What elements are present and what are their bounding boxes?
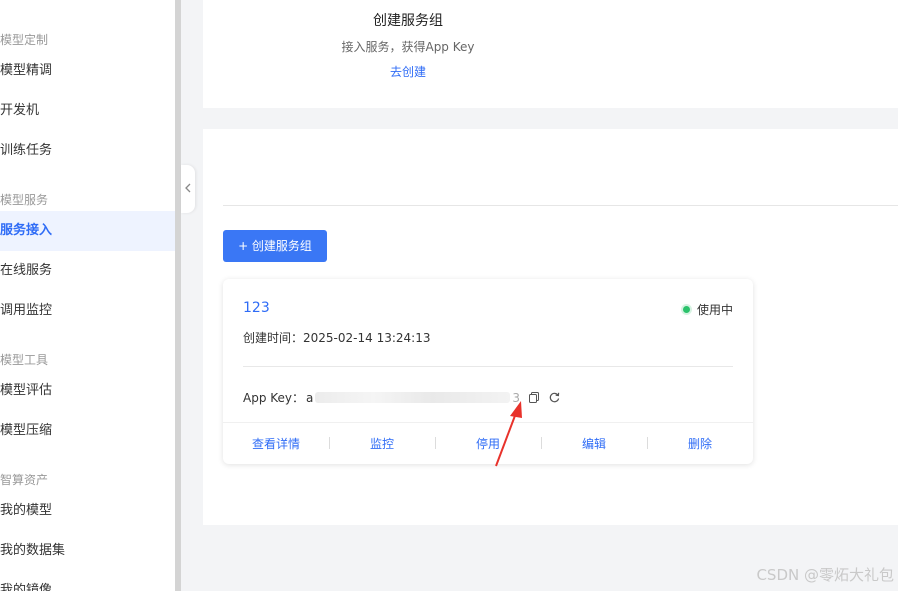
watermark: CSDN @零炻大礼包 [756, 566, 894, 584]
red-arrow [495, 401, 522, 467]
